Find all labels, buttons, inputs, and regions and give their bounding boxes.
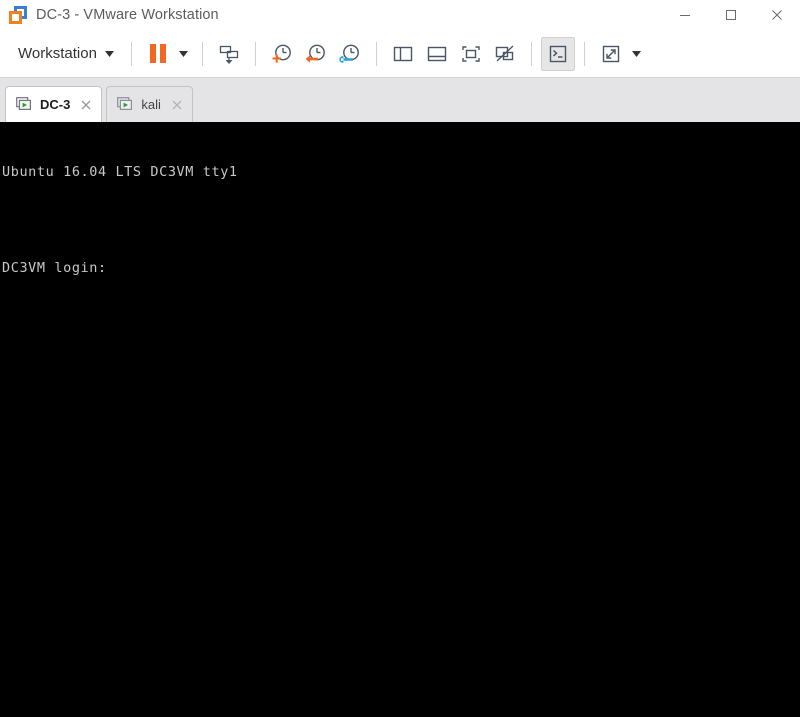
vm-console-display[interactable]: Ubuntu 16.04 LTS DC3VM tty1 DC3VM login: (0, 122, 800, 717)
enter-fullscreen-button[interactable] (454, 37, 488, 71)
panel-bottom-icon (425, 42, 449, 66)
close-button[interactable] (754, 0, 800, 30)
vmware-workstation-window: DC-3 - VMware Workstation Workstation DC… (0, 0, 800, 717)
console-line: DC3VM login: (2, 260, 107, 276)
fullscreen-icon (459, 42, 483, 66)
clock-plus-icon (270, 42, 294, 66)
stretch-icon (599, 42, 623, 66)
clock-back-arrow-icon (304, 42, 328, 66)
pause-icon (146, 44, 170, 63)
chevron-down-icon (632, 50, 642, 57)
pause-dropdown-button[interactable] (175, 37, 193, 71)
take-snapshot-button[interactable] (265, 37, 299, 71)
minimize-button[interactable] (662, 0, 708, 30)
send-keys-icon (217, 42, 241, 66)
toolbar-separator (583, 41, 585, 66)
workstation-menu-button[interactable]: Workstation (8, 37, 122, 71)
pause-vm-button[interactable] (141, 37, 175, 71)
maximize-button[interactable] (708, 0, 754, 30)
toolbar-separator (254, 41, 256, 66)
revert-snapshot-button[interactable] (299, 37, 333, 71)
tab-label: DC-3 (40, 97, 71, 112)
close-icon[interactable] (79, 98, 93, 112)
toolbar-separator (201, 41, 203, 66)
window-controls (662, 0, 800, 30)
send-ctrl-alt-del-button[interactable] (212, 37, 246, 71)
title-bar: DC-3 - VMware Workstation (0, 0, 800, 30)
toolbar-separator (530, 41, 532, 66)
manage-snapshots-button[interactable] (333, 37, 367, 71)
main-toolbar: Workstation (0, 30, 800, 78)
clock-wrench-icon (338, 42, 362, 66)
tab-kali[interactable]: kali (106, 86, 193, 122)
close-icon[interactable] (170, 98, 184, 112)
window-title: DC-3 - VMware Workstation (36, 7, 219, 23)
vmware-logo-icon (9, 6, 27, 24)
workstation-menu-label: Workstation (18, 45, 97, 62)
show-library-button[interactable] (386, 37, 420, 71)
tab-label: kali (141, 97, 161, 112)
toolbar-separator (130, 41, 132, 66)
stretch-dropdown-button[interactable] (628, 37, 646, 71)
terminal-icon (547, 43, 569, 65)
panel-left-icon (391, 42, 415, 66)
show-thumbnails-button[interactable] (420, 37, 454, 71)
console-view-button[interactable] (540, 36, 575, 71)
unity-mode-button[interactable] (488, 37, 522, 71)
stretch-guest-button[interactable] (594, 37, 628, 71)
vm-running-icon (117, 97, 134, 112)
chevron-down-icon (104, 50, 114, 57)
console-line: Ubuntu 16.04 LTS DC3VM tty1 (2, 164, 238, 180)
vm-tab-bar: DC-3 kali (0, 78, 800, 122)
toolbar-separator (375, 41, 377, 66)
vm-running-icon (16, 97, 33, 112)
tab-dc-3[interactable]: DC-3 (5, 86, 103, 122)
chevron-down-icon (179, 50, 189, 57)
unity-disabled-icon (493, 42, 517, 66)
